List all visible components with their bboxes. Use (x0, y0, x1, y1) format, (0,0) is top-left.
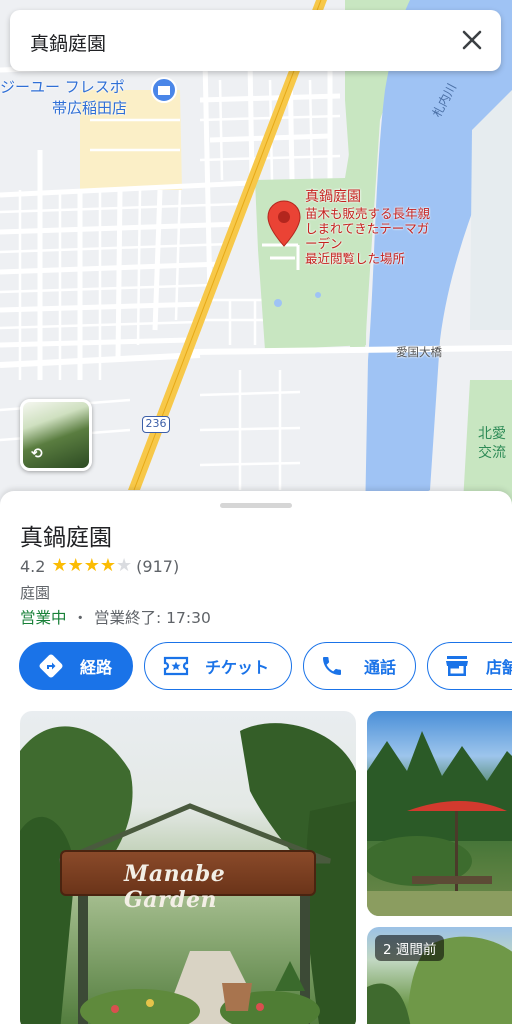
rating-stars: ★ ★ ★ ★ ★ (51, 557, 132, 575)
status-separator: ・ (72, 609, 89, 627)
bridge-label: 愛国大橋 (396, 345, 442, 359)
sheet-drag-handle[interactable] (220, 503, 292, 508)
ticket-label: チケット (205, 658, 270, 677)
close-time: 営業終了: 17:30 (94, 609, 211, 627)
search-bar[interactable]: 真鍋庭園 (10, 10, 501, 71)
star-filled-icon: ★ (67, 555, 84, 576)
close-button[interactable] (457, 25, 487, 55)
open-status: 営業中 (20, 609, 67, 627)
call-label: 通話 (364, 658, 397, 677)
place-category: 庭園 (20, 584, 51, 602)
street-view-thumbnail[interactable]: ⟲ (20, 399, 92, 471)
rating-value: 4.2 (20, 556, 46, 576)
directions-icon (39, 654, 63, 678)
phone-icon (323, 657, 341, 675)
star-filled-icon: ★ (51, 555, 68, 576)
directions-button[interactable]: 経路 (19, 642, 133, 690)
store-button[interactable]: 店舗 (427, 642, 512, 690)
place-sheet[interactable]: 真鍋庭園 4.2 ★ ★ ★ ★ ★ (917) 庭園 営業中 ・ 営業終了: 17:3… (0, 491, 512, 1024)
poi-desc-line: 苗木も販売する長年親 (305, 206, 431, 221)
store-label-line: 帯広稲田店 (52, 99, 128, 117)
area-label-line: 北愛 (478, 426, 506, 442)
review-count[interactable]: (917) (136, 557, 179, 576)
area-label-line: 交流 (478, 445, 506, 461)
poi-desc-line: ーデン (305, 236, 343, 251)
directions-label: 経路 (80, 658, 113, 677)
place-photo-main[interactable]: Manabe Garden (20, 711, 356, 1024)
star-filled-icon: ★ (83, 555, 100, 576)
ticket-button[interactable]: チケット (144, 642, 292, 690)
place-title: 真鍋庭園 (20, 525, 112, 551)
rating-row[interactable]: 4.2 ★ ★ ★ ★ ★ (917) (20, 555, 179, 577)
place-photo[interactable]: 2 週間前 (367, 927, 512, 1024)
poi-map-title[interactable]: 真鍋庭園 (305, 190, 361, 205)
garden-umbrella-photo (367, 731, 512, 916)
search-query[interactable]: 真鍋庭園 (30, 29, 106, 56)
call-button[interactable]: 通話 (303, 642, 416, 690)
store-label: 店舗 (486, 658, 512, 677)
map-view[interactable]: ジーユー フレスポ 帯広稲田店 真鍋庭園 苗木も販売する長年親 しまれてきたテー… (0, 0, 512, 520)
star-empty-icon: ★ (116, 555, 133, 576)
store-icon (446, 656, 468, 676)
poi-desc-line: しまれてきたテーマガ (305, 221, 430, 236)
store-label-line: ジーユー フレスポ (0, 78, 125, 96)
star-filled-icon: ★ (99, 555, 117, 576)
ticket-icon (163, 656, 189, 676)
garden-sign-text: Manabe Garden (124, 861, 226, 913)
poi-desc-line: 最近閲覧した場所 (305, 251, 406, 266)
rotate-360-icon: ⟲ (31, 446, 43, 462)
place-photo[interactable] (367, 711, 512, 916)
close-icon (462, 30, 482, 50)
photo-age-badge: 2 週間前 (375, 935, 445, 961)
area-label: 北愛 交流 (478, 425, 506, 463)
route-shield: 236 (142, 416, 170, 433)
poi-map-description: 苗木も販売する長年親 しまれてきたテーマガ ーデン 最近閲覧した場所 (305, 206, 430, 266)
hours-row[interactable]: 営業中 ・ 営業終了: 17:30 (20, 606, 211, 628)
garden-sign: Manabe Garden (60, 850, 316, 913)
store-map-label[interactable]: ジーユー フレスポ 帯広稲田店 (0, 77, 127, 119)
